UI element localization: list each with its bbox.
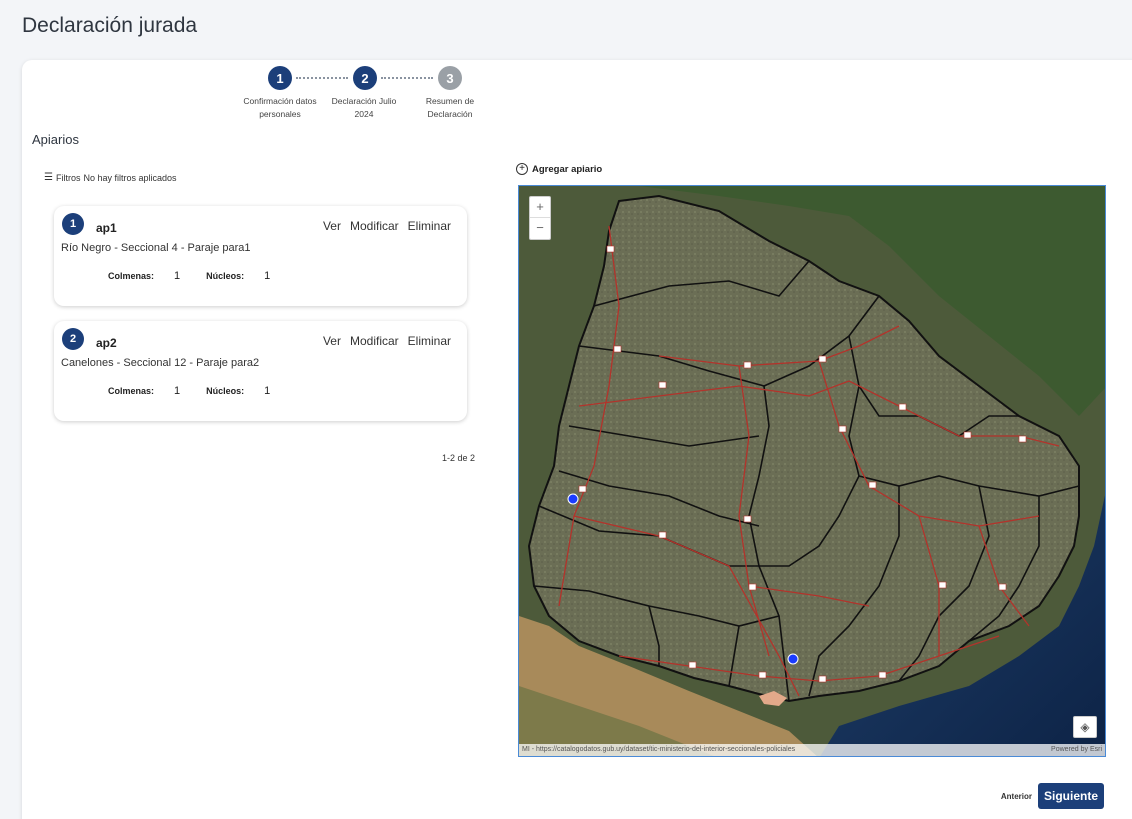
map-view[interactable]: + − ◈ MI - https://catalogodatos.gub.uy/…: [518, 185, 1106, 757]
map-attribution: MI - https://catalogodatos.gub.uy/datase…: [519, 744, 1105, 756]
view-button[interactable]: Ver: [323, 219, 341, 233]
step-2-label: Declaración Julio 2024: [324, 95, 404, 121]
layers-icon[interactable]: ◈: [1073, 716, 1097, 738]
apiario-stats: Colmenas: 1 Núcleos: 1: [108, 385, 296, 397]
step-1-label-line2: personales: [259, 109, 301, 119]
nucleos-label: Núcleos:: [206, 386, 245, 396]
apiario-name: ap2: [96, 336, 117, 350]
apiario-actions: Ver Modificar Eliminar: [323, 219, 451, 233]
section-title: Apiarios: [32, 132, 79, 147]
apiario-location: Río Negro - Seccional 4 - Paraje para1: [61, 242, 251, 254]
satellite-map[interactable]: [519, 186, 1106, 757]
step-3-circle[interactable]: 3: [438, 66, 462, 90]
nucleos-value: 1: [264, 385, 271, 397]
apiario-name: ap1: [96, 221, 117, 235]
page-title: Declaración jurada: [22, 14, 198, 37]
apiario-stats: Colmenas: 1 Núcleos: 1: [108, 270, 296, 282]
filter-sliders-icon[interactable]: ☰: [44, 172, 53, 183]
stepper: 1 2 3 Confirmación datos personales Decl…: [22, 60, 522, 130]
zoom-control: + −: [529, 196, 551, 240]
zoom-in-button[interactable]: +: [530, 197, 550, 218]
add-apiario-label[interactable]: Agregar apiario: [532, 164, 602, 175]
next-button[interactable]: Siguiente: [1037, 783, 1104, 809]
pagination-text: 1-2 de 2: [442, 453, 476, 463]
colmenas-label: Colmenas:: [108, 271, 155, 281]
nucleos-label: Núcleos:: [206, 271, 245, 281]
declaration-card: 1 2 3 Confirmación datos personales Decl…: [22, 60, 1132, 819]
edit-button[interactable]: Modificar: [350, 334, 399, 348]
colmenas-value: 1: [174, 270, 181, 282]
previous-button[interactable]: Anterior: [1001, 792, 1032, 801]
delete-button[interactable]: Eliminar: [408, 219, 451, 233]
step-3-label-line1: Resumen de: [425, 96, 475, 106]
apiario-marker-ap1[interactable]: [567, 493, 579, 505]
attribution-source[interactable]: MI - https://catalogodatos.gub.uy/datase…: [522, 744, 795, 756]
filters-status: No hay filtros aplicados: [83, 172, 177, 183]
wizard-navigation: Anterior Siguiente: [1001, 783, 1104, 809]
apiario-location: Canelones - Seccional 12 - Paraje para2: [61, 357, 260, 369]
colmenas-label: Colmenas:: [108, 386, 155, 396]
filters-bar[interactable]: ☰ Filtros No hay filtros aplicados: [44, 172, 177, 183]
step-3-label: Resumen de Declaración: [410, 95, 490, 121]
step-2-circle[interactable]: 2: [353, 66, 377, 90]
step-1-circle[interactable]: 1: [268, 66, 292, 90]
view-button[interactable]: Ver: [323, 334, 341, 348]
step-1-label: Confirmación datos personales: [240, 95, 320, 121]
step-3-label-line2: Declaración: [427, 109, 473, 119]
plus-circle-icon[interactable]: +: [516, 163, 528, 175]
apiario-card: 2 ap2 Ver Modificar Eliminar Canelones -…: [54, 321, 467, 421]
apiario-marker-ap2[interactable]: [787, 653, 799, 665]
zoom-out-button[interactable]: −: [530, 218, 550, 239]
step-1-label-line1: Confirmación datos: [243, 96, 317, 106]
apiario-actions: Ver Modificar Eliminar: [323, 334, 451, 348]
attribution-esri[interactable]: Powered by Esri: [1051, 744, 1102, 756]
apiario-number-badge: 1: [62, 213, 84, 235]
step-connector-1: [296, 77, 348, 79]
step-2-label-line2: 2024: [354, 109, 374, 119]
step-connector-2: [381, 77, 433, 79]
nucleos-value: 1: [264, 270, 271, 282]
filters-label[interactable]: Filtros: [56, 173, 81, 183]
edit-button[interactable]: Modificar: [350, 219, 399, 233]
step-2-label-line1: Declaración Julio: [331, 96, 397, 106]
add-apiario-button[interactable]: + Agregar apiario: [516, 163, 602, 175]
delete-button[interactable]: Eliminar: [408, 334, 451, 348]
apiario-number-badge: 2: [62, 328, 84, 350]
colmenas-value: 1: [174, 385, 181, 397]
apiario-card: 1 ap1 Ver Modificar Eliminar Río Negro -…: [54, 206, 467, 306]
